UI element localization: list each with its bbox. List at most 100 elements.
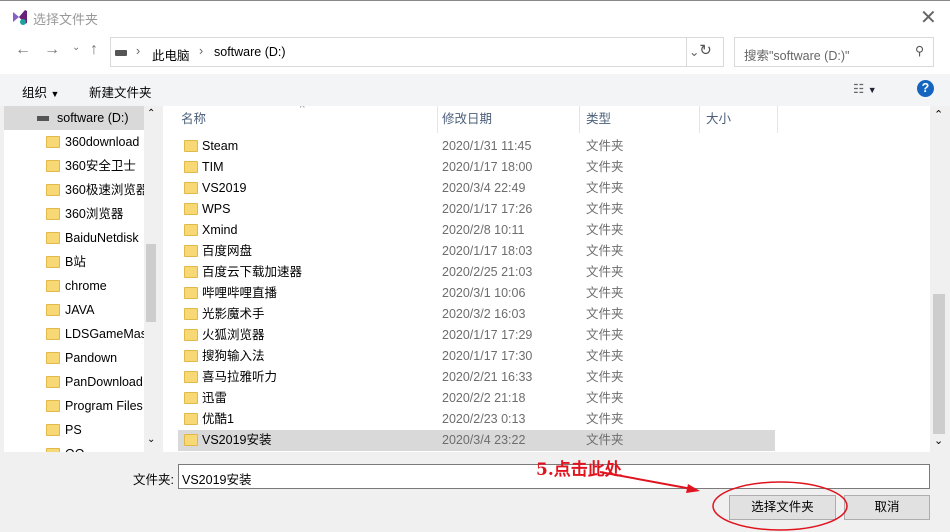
breadcrumb-drive[interactable]: software (D:) [214, 45, 286, 59]
help-icon[interactable]: ? [917, 80, 934, 97]
folder-label: 文件夹: [133, 473, 174, 487]
caret-down-icon: ▼ [50, 89, 60, 99]
file-row[interactable]: 火狐浏览器 2020/1/17 17:29 文件夹 [178, 325, 775, 346]
file-date: 2020/1/17 17:29 [442, 328, 533, 342]
sidebar-item[interactable]: 360极速浏览器 [4, 178, 144, 202]
breadcrumb-this-pc[interactable]: 此电脑 [152, 45, 190, 64]
forward-icon[interactable]: → [44, 41, 60, 59]
folder-icon [46, 184, 60, 196]
file-date: 2020/2/2 21:18 [442, 391, 526, 405]
file-type: 文件夹 [586, 433, 624, 447]
file-name: 光影魔术手 [202, 307, 265, 321]
scroll-up-icon[interactable]: ⌃ [934, 108, 943, 121]
file-row[interactable]: Steam 2020/1/31 11:45 文件夹 [178, 136, 775, 157]
file-name: 搜狗输入法 [202, 349, 265, 363]
file-row[interactable]: 迅雷 2020/2/2 21:18 文件夹 [178, 388, 775, 409]
recent-dropdown-icon[interactable]: ⌄ [72, 42, 80, 53]
file-date: 2020/2/8 10:11 [442, 223, 525, 237]
file-row[interactable]: WPS 2020/1/17 17:26 文件夹 [178, 199, 775, 220]
scroll-up-icon[interactable]: ⌃ [147, 108, 155, 119]
file-type: 文件夹 [586, 286, 624, 300]
scroll-down-icon[interactable]: ⌄ [147, 434, 155, 445]
file-row[interactable]: 喜马拉雅听力 2020/2/21 16:33 文件夹 [178, 367, 775, 388]
search-placeholder: 搜索"software (D:)" [744, 49, 850, 63]
file-type: 文件夹 [586, 307, 624, 321]
sidebar-item-label: Pandown [65, 351, 118, 365]
folder-icon [184, 224, 198, 236]
column-type[interactable]: 类型 [580, 106, 700, 133]
search-icon[interactable]: ⚲ [915, 43, 924, 58]
folder-icon [46, 304, 60, 316]
folder-icon [46, 256, 60, 268]
file-date: 2020/2/23 0:13 [442, 412, 526, 426]
window-title: 选择文件夹 [33, 12, 99, 27]
column-date[interactable]: 修改日期 [438, 106, 580, 133]
chevron-right-icon[interactable]: › [136, 44, 140, 58]
sidebar-item[interactable]: 360download [4, 130, 144, 154]
file-date: 2020/1/31 11:45 [442, 139, 532, 153]
file-row[interactable]: 优酷1 2020/2/23 0:13 文件夹 [178, 409, 775, 430]
sidebar-item[interactable]: QQ [4, 442, 144, 452]
file-row[interactable]: 光影魔术手 2020/3/2 16:03 文件夹 [178, 304, 775, 325]
column-size[interactable]: 大小 [700, 106, 778, 133]
sidebar-item-drive[interactable]: software (D:) [4, 106, 144, 130]
view-options-icon[interactable]: ☷ ▼ [853, 81, 877, 96]
file-name: TIM [202, 160, 224, 174]
file-type: 文件夹 [586, 265, 624, 279]
file-type: 文件夹 [586, 412, 624, 426]
file-row[interactable]: 搜狗输入法 2020/1/17 17:30 文件夹 [178, 346, 775, 367]
scrollbar-thumb[interactable] [933, 294, 945, 434]
file-row[interactable]: 哔哩哔哩直播 2020/3/1 10:06 文件夹 [178, 283, 775, 304]
select-folder-button[interactable]: 选择文件夹 [729, 495, 836, 520]
file-row[interactable]: 百度网盘 2020/1/17 18:03 文件夹 [178, 241, 775, 262]
file-name: 迅雷 [202, 391, 228, 405]
file-type: 文件夹 [586, 244, 624, 258]
up-icon[interactable]: ↑ [90, 41, 98, 59]
file-list-scrollbar[interactable]: ⌃ ⌄ [930, 106, 948, 452]
organize-button[interactable]: 组织 ▼ [22, 82, 59, 101]
sidebar-scrollbar[interactable]: ⌃ ⌄ [144, 106, 158, 452]
sidebar-item[interactable]: Program Files [4, 394, 144, 418]
dialog-footer: 文件夹: VS2019安装 选择文件夹 取消 [0, 452, 950, 532]
file-row[interactable]: 百度云下载加速器 2020/2/25 21:03 文件夹 [178, 262, 775, 283]
file-name: Xmind [202, 223, 238, 237]
folder-icon [184, 413, 198, 425]
folder-icon [46, 280, 60, 292]
file-date: 2020/1/17 17:30 [442, 349, 533, 363]
folder-icon [184, 371, 198, 383]
folder-icon [46, 400, 60, 412]
file-row[interactable]: VS2019 2020/3/4 22:49 文件夹 [178, 178, 775, 199]
sidebar-item[interactable]: 360浏览器 [4, 202, 144, 226]
search-input[interactable]: 搜索"software (D:)" ⚲ [734, 37, 934, 67]
sidebar-item[interactable]: Pandown [4, 346, 144, 370]
sidebar-item[interactable]: PS [4, 418, 144, 442]
file-row[interactable]: Xmind 2020/2/8 10:11 文件夹 [178, 220, 775, 241]
file-row[interactable]: VS2019安装 2020/3/4 23:22 文件夹 [178, 430, 775, 451]
close-icon[interactable]: ✕ [920, 5, 937, 30]
folder-icon [46, 424, 60, 436]
file-name: VS2019 [202, 181, 247, 195]
scrollbar-thumb[interactable] [146, 244, 156, 322]
sidebar-item[interactable]: 360安全卫士 [4, 154, 144, 178]
file-type: 文件夹 [586, 349, 624, 363]
file-name: 喜马拉雅听力 [202, 370, 278, 384]
new-folder-button[interactable]: 新建文件夹 [89, 82, 152, 101]
refresh-icon[interactable]: ↻ [686, 37, 724, 67]
file-date: 2020/1/17 17:26 [442, 202, 533, 216]
file-name: 百度网盘 [202, 244, 253, 258]
sort-ascending-icon: ^ [300, 106, 305, 114]
sidebar-item[interactable]: JAVA [4, 298, 144, 322]
sidebar-item-label: Program Files [65, 399, 143, 413]
file-row[interactable]: TIM 2020/1/17 18:00 文件夹 [178, 157, 775, 178]
address-bar[interactable]: › 此电脑 › software (D:) ⌄ ↻ [110, 37, 724, 67]
sidebar-item[interactable]: LDSGameMas [4, 322, 144, 346]
sidebar-item[interactable]: B站 [4, 250, 144, 274]
chevron-right-icon[interactable]: › [199, 44, 203, 58]
scroll-down-icon[interactable]: ⌄ [934, 434, 943, 447]
sidebar-item[interactable]: PanDownload [4, 370, 144, 394]
cancel-button[interactable]: 取消 [844, 495, 930, 520]
sidebar-item[interactable]: BaiduNetdisk [4, 226, 144, 250]
sidebar-item[interactable]: chrome [4, 274, 144, 298]
back-icon[interactable]: ← [15, 41, 31, 59]
folder-icon [184, 161, 198, 173]
